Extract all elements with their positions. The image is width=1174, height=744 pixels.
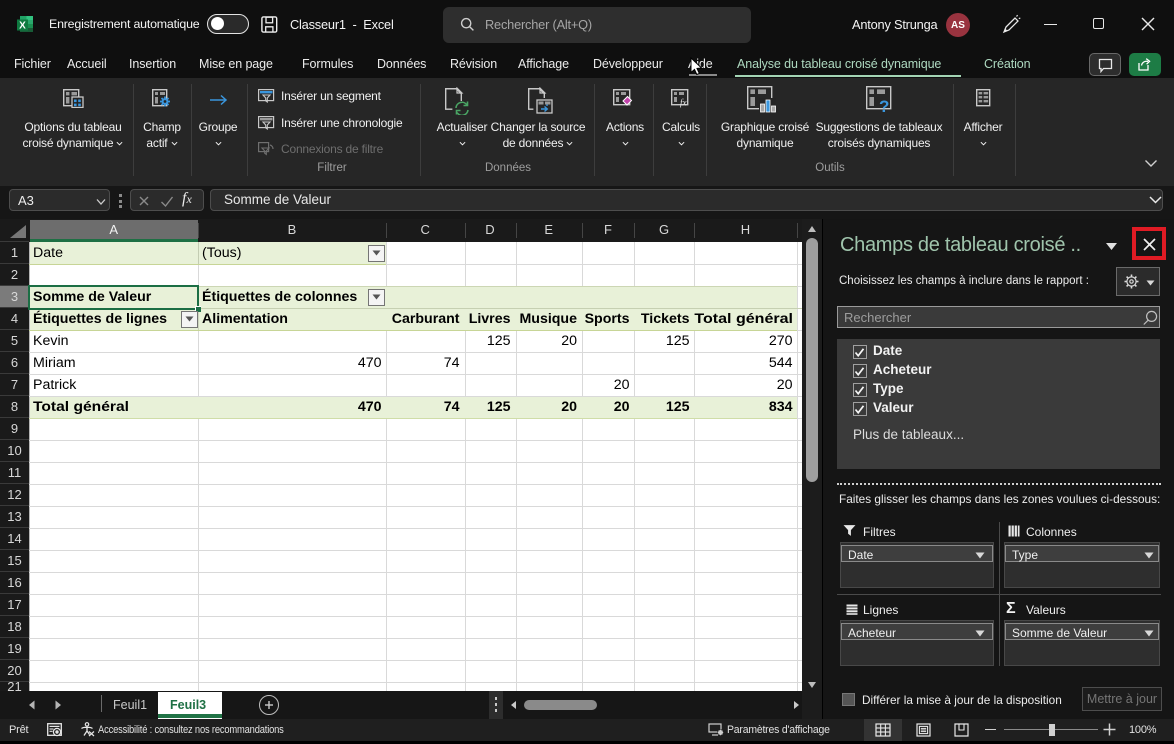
svg-text:?: ? (879, 97, 889, 114)
svg-text:X: X (19, 21, 26, 32)
svg-text:fx: fx (680, 98, 687, 108)
